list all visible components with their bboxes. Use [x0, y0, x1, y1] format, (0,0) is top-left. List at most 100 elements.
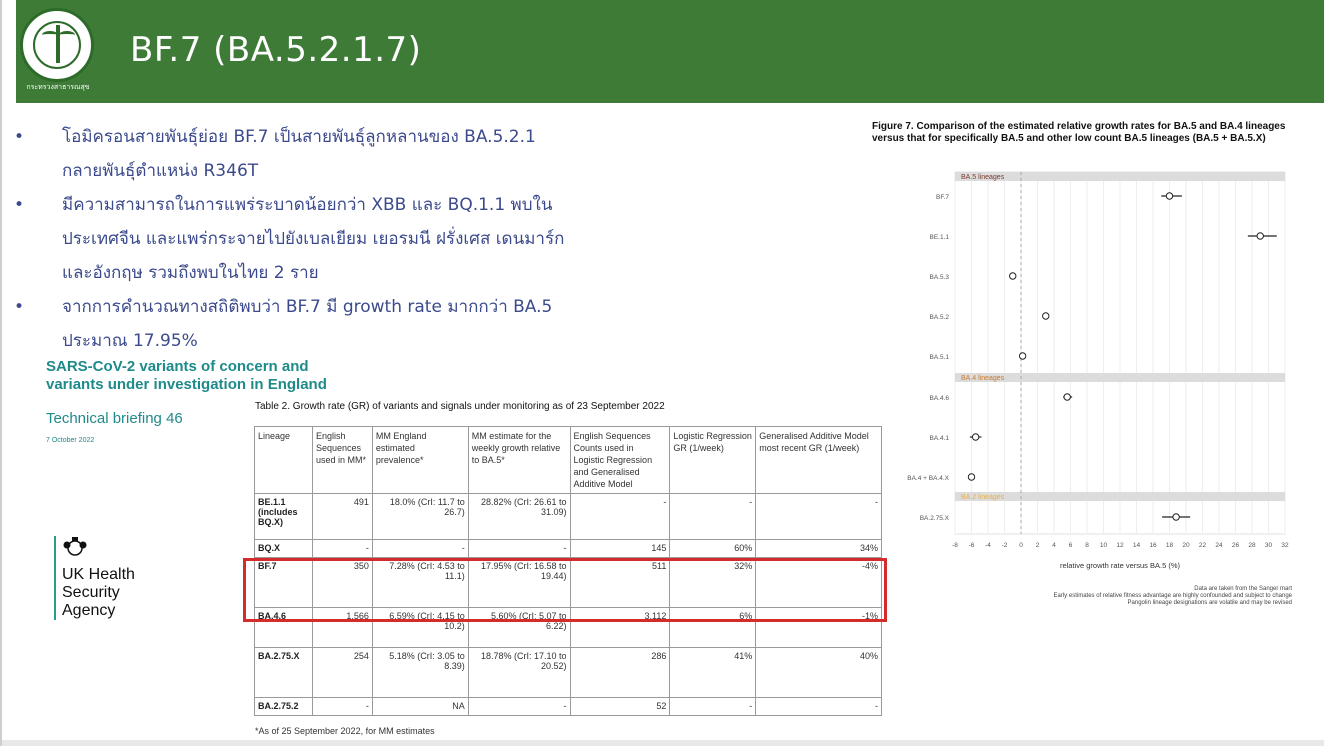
- bullet-text: จากการคำนวณทางสถิติพบว่า BF.7 มี growth …: [62, 297, 553, 317]
- lineage-tick-label: BA.4.6: [929, 395, 949, 402]
- x-tick-label: -6: [969, 542, 975, 549]
- table-cell: -: [669, 697, 757, 716]
- x-tick-label: 30: [1265, 542, 1273, 549]
- agency-name-line: Agency: [62, 602, 116, 619]
- x-tick-label: 14: [1133, 542, 1141, 549]
- bullet-item: • โอมิครอนสายพันธุ์ย่อย BF.7 เป็นสายพันธ…: [10, 120, 630, 188]
- x-tick-label: 2: [1036, 542, 1040, 549]
- estimate-point: [1042, 312, 1050, 320]
- slide-left-border: [0, 0, 2, 746]
- bullet-text: ประมาณ 17.95%: [62, 331, 198, 351]
- source-line: Data are taken from the Sanger mart: [1194, 586, 1292, 592]
- x-tick-label: 28: [1248, 542, 1256, 549]
- bullet-text: และอังกฤษ รวมถึงพบในไทย 2 ราย: [62, 263, 319, 283]
- table-cell: 34%: [755, 539, 882, 558]
- x-tick-label: 12: [1116, 542, 1124, 549]
- table-cell: BE.1.1 (includes BQ.X): [254, 493, 313, 540]
- bullet-text: มีความสามารถในการแพร่ระบาดน้อยกว่า XBB แ…: [62, 195, 553, 215]
- x-tick-label: -8: [952, 542, 958, 549]
- table-cell: BA.2.75.2: [254, 697, 313, 716]
- royal-crest-icon: [63, 537, 87, 556]
- table-row: BQ.X - - - 145 60% 34%: [254, 539, 882, 558]
- x-tick-label: 24: [1215, 542, 1223, 549]
- table-cell: 5.18% (CrI: 3.05 to 8.39): [371, 647, 469, 698]
- estimate-point: [1165, 192, 1174, 200]
- report-date: 7 October 2022: [46, 437, 95, 444]
- table-cell: 145: [569, 539, 671, 558]
- slide-title: BF.7 (BA.5.2.1.7): [130, 30, 422, 70]
- group-strip: [955, 172, 1285, 181]
- bullet-text: กลายพันธุ์ตำแหน่ง R346T: [62, 161, 259, 181]
- bullet-item: • จากการคำนวณทางสถิติพบว่า BF.7 มี growt…: [10, 290, 630, 358]
- table-cell: 40%: [755, 647, 882, 698]
- lineage-tick-label: BF.7: [936, 194, 949, 201]
- table-footnote: *As of 25 September 2022, for MM estimat…: [255, 726, 435, 736]
- estimate-point: [1063, 393, 1071, 401]
- estimate-point: [971, 433, 980, 441]
- table-header-row: Lineage English Sequences used in MM* MM…: [254, 426, 882, 494]
- group-strip: [955, 373, 1285, 382]
- report-subtitle: Technical briefing 46: [46, 410, 183, 427]
- lineage-tick-label: BA.5.3: [929, 274, 949, 281]
- group-label: BA.2 lineages: [961, 494, 1005, 501]
- x-tick-label: 32: [1281, 542, 1289, 549]
- table-cell: -: [467, 539, 571, 558]
- estimate-point: [1256, 232, 1264, 240]
- table-cell: -: [569, 493, 671, 540]
- x-tick-label: -4: [985, 542, 991, 549]
- table-cell: -: [311, 697, 373, 716]
- x-tick-label: 6: [1069, 542, 1073, 549]
- estimate-point: [967, 473, 976, 481]
- group-label: BA.5 lineages: [961, 174, 1005, 181]
- lineage-tick-label: BA.4.1: [929, 435, 949, 442]
- table-cell: -: [467, 697, 571, 716]
- table-cell: BQ.X: [254, 539, 313, 558]
- figure-caption: Figure 7. Comparison of the estimated re…: [872, 121, 1286, 144]
- ukhsa-logo: UK Health Security Agency: [54, 536, 174, 620]
- source-line: Early estimates of relative fitness adva…: [1053, 593, 1292, 599]
- x-tick-label: 8: [1085, 542, 1089, 549]
- growth-rate-chart: BA.5 lineages BA.4 lineages BA.2 lineages B…: [907, 171, 1289, 570]
- bullet-text: โอมิครอนสายพันธุ์ย่อย BF.7 เป็นสายพันธุ์…: [62, 127, 536, 147]
- table-cell: 491: [311, 493, 373, 540]
- bullet-item: • มีความสามารถในการแพร่ระบาดน้อยกว่า XBB…: [10, 188, 630, 290]
- bf7-highlight-box: [243, 558, 887, 622]
- group-label: BA.4 lineages: [961, 375, 1005, 382]
- x-tick-label: 16: [1149, 542, 1157, 549]
- x-tick-label: 0: [1019, 542, 1023, 549]
- table-row: BA.2.75.2 - NA - 52 - -: [254, 697, 882, 716]
- agency-name-line: UK Health: [62, 566, 135, 583]
- table-cell: 60%: [669, 539, 757, 558]
- logo-caption: กระทรวงสาธารณสุข: [26, 83, 90, 91]
- table-cell: 254: [311, 647, 373, 698]
- lineage-tick-label: BA.4 + BA.4.X: [907, 475, 949, 482]
- bullet-list: • โอมิครอนสายพันธุ์ย่อย BF.7 เป็นสายพันธ…: [10, 120, 630, 358]
- table-cell: 41%: [669, 647, 757, 698]
- column-header: English Sequences Counts used in Logisti…: [569, 426, 671, 494]
- x-axis-label: relative growth rate versus BA.5 (%): [1060, 561, 1181, 570]
- table-cell: -: [755, 697, 882, 716]
- lineage-tick-label: BA.2.75.X: [920, 515, 950, 522]
- table-cell: -: [371, 539, 469, 558]
- bullet-text: ประเทศจีน และแพร่กระจายไปยังเบลเยียม เยอ…: [62, 229, 565, 249]
- x-tick-label: 26: [1232, 542, 1240, 549]
- table-cell: 286: [569, 647, 671, 698]
- table-row: BE.1.1 (includes BQ.X) 491 18.0% (CrI: 1…: [254, 493, 882, 540]
- column-header: Logistic Regression GR (1/week): [669, 426, 757, 494]
- x-tick-label: 10: [1100, 542, 1108, 549]
- estimate-point: [1009, 272, 1017, 280]
- column-header: English Sequences used in MM*: [311, 426, 373, 494]
- lineage-tick-label: BE.1.1: [929, 234, 949, 241]
- column-header: Lineage: [254, 426, 313, 494]
- x-tick-label: 22: [1199, 542, 1207, 549]
- source-line: Pangolin lineage designations are volati…: [1127, 600, 1292, 606]
- agency-name-line: Security: [62, 584, 120, 601]
- table-cell: -: [755, 493, 882, 540]
- x-tick-label: -2: [1002, 542, 1008, 549]
- x-tick-label: 18: [1166, 542, 1174, 549]
- table-cell: 18.78% (CrI: 17.10 to 20.52): [467, 647, 571, 698]
- lineage-tick-label: BA.5.1: [929, 354, 949, 361]
- column-header: MM estimate for the weekly growth relati…: [467, 426, 571, 494]
- estimate-point: [1172, 513, 1180, 521]
- column-header: MM England estimated prevalence*: [371, 426, 469, 494]
